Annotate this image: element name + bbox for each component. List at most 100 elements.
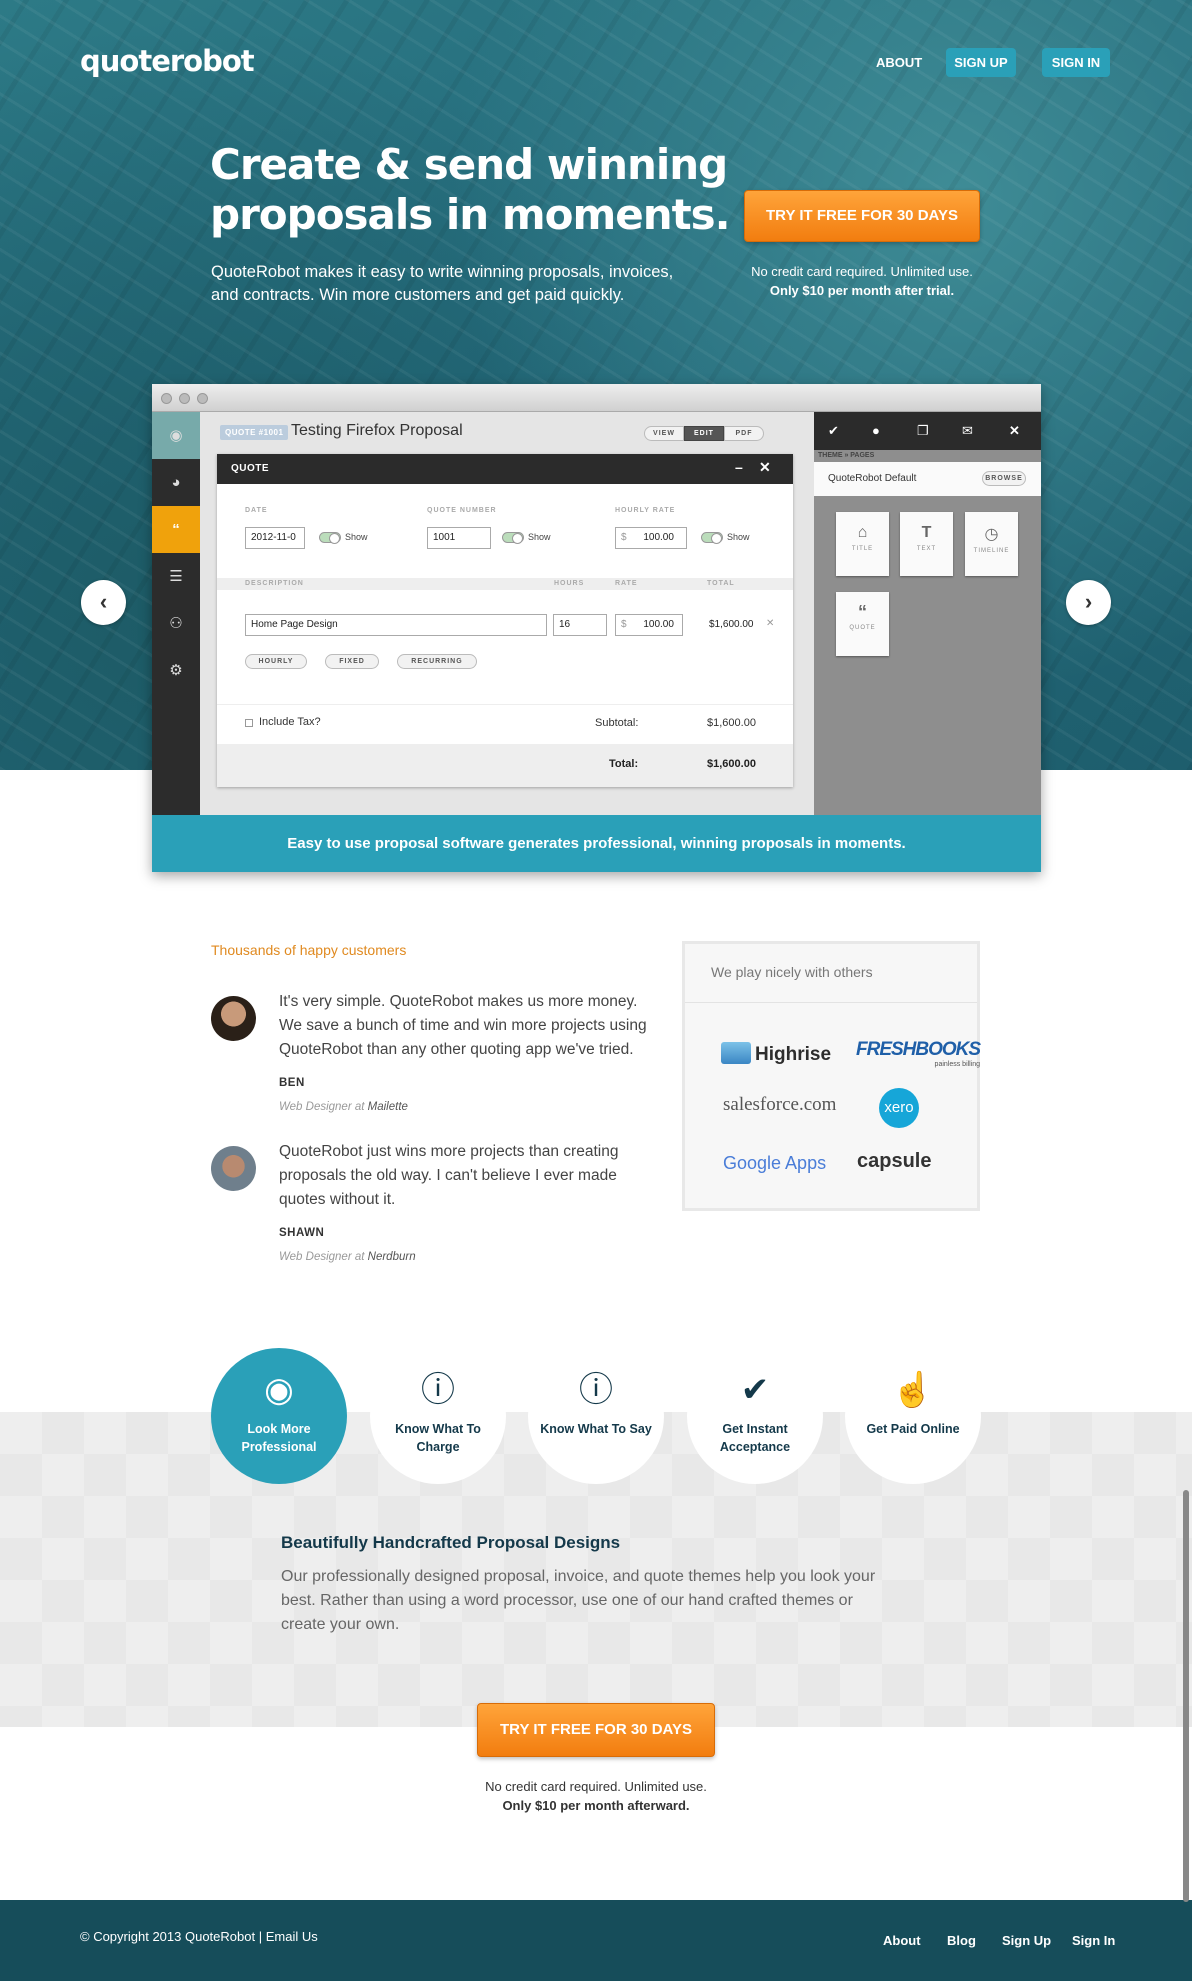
separator: | <box>258 1929 263 1944</box>
info-icon: ⓘ <box>579 1371 613 1409</box>
logo[interactable]: quoterobot <box>80 44 255 78</box>
list-icon[interactable]: ☰ <box>152 553 200 600</box>
quote-number-show-toggle[interactable] <box>502 532 524 544</box>
hourly-rate-show-toggle[interactable] <box>701 532 723 544</box>
tab-get-instant-acceptance[interactable]: ✔ Get Instant Acceptance <box>687 1348 823 1484</box>
view-mode-button[interactable]: VIEW <box>644 426 684 441</box>
theme-selector: QuoteRobot Default BROWSE <box>814 462 1041 496</box>
hourly-rate-field[interactable]: $ 100.00 <box>615 527 687 549</box>
browse-button[interactable]: BROWSE <box>982 471 1026 486</box>
quote-title: Testing Firefox Proposal <box>291 422 463 439</box>
include-tax-checkbox[interactable] <box>245 719 253 727</box>
scrollbar[interactable] <box>1183 1490 1189 1902</box>
tile-title[interactable]: ⌂ TITLE <box>836 512 889 576</box>
info-icon: ⓘ <box>421 1371 455 1409</box>
mail-icon[interactable]: ✉ <box>962 423 973 439</box>
chevron-right-icon[interactable]: › <box>1066 580 1111 625</box>
nav-sign-up-button[interactable]: SIGN UP <box>946 48 1016 77</box>
nav-sign-in-button[interactable]: SIGN IN <box>1042 48 1110 77</box>
hourly-rate-value: 100.00 <box>643 532 674 543</box>
minimize-icon[interactable]: – <box>735 459 743 475</box>
tab-know-what-to-charge[interactable]: ⓘ Know What To Charge <box>370 1348 506 1484</box>
close-panel-icon[interactable]: ✕ <box>1009 423 1020 439</box>
add-hourly-button[interactable]: HOURLY <box>245 654 307 669</box>
freshbooks-logo: FRESHBOOKS painless billing <box>856 1039 981 1068</box>
currency-symbol: $ <box>621 532 627 543</box>
theme-toolbar: ✔ ● ❐ ✉ ✕ <box>814 412 1041 450</box>
total-column: TOTAL <box>707 580 735 587</box>
theme-name: QuoteRobot Default <box>828 473 917 484</box>
add-recurring-button[interactable]: RECURRING <box>397 654 477 669</box>
freshbooks-tagline: painless billing <box>934 1061 981 1068</box>
hourly-rate-show-label: Show <box>727 532 750 542</box>
date-show-toggle[interactable] <box>319 532 341 544</box>
add-fixed-button[interactable]: FIXED <box>325 654 379 669</box>
quote-icon[interactable]: “ <box>152 506 200 553</box>
tab-label: Know What To Say <box>540 1422 652 1436</box>
bottom-cta-note: No credit card required. Unlimited use. … <box>446 1777 746 1815</box>
bottom-note-line1: No credit card required. Unlimited use. <box>485 1779 707 1794</box>
rate-column: RATE <box>615 580 638 587</box>
partners-box: We play nicely with others Highrise FRES… <box>682 941 981 1211</box>
subtotal-label: Subtotal: <box>595 717 639 729</box>
robot-avatar-icon: ◉ <box>152 412 200 459</box>
app-sidebar: ◉ ◕ “ ☰ ⚇ ⚙ <box>152 412 200 815</box>
line-rate-value: 100.00 <box>643 619 674 630</box>
gear-icon[interactable]: ⚙ <box>152 647 200 694</box>
copy-icon[interactable]: ❐ <box>917 423 929 439</box>
tab-label: Look More Professional <box>241 1422 317 1454</box>
footer-sign-in-link[interactable]: Sign In <box>1072 1933 1115 1948</box>
tab-get-paid-online[interactable]: ☝ Get Paid Online <box>845 1348 981 1484</box>
check-icon[interactable]: ✔ <box>828 423 839 439</box>
tile-timeline[interactable]: ◷ TIMELINE <box>965 512 1018 576</box>
include-tax-label: Include Tax? <box>259 716 321 728</box>
quote-panel-header: QUOTE – ✕ <box>217 454 793 484</box>
line-hours-field[interactable]: 16 <box>553 614 607 636</box>
app-main-area: QUOTE #1001 Testing Firefox Proposal VIE… <box>200 412 814 815</box>
chevron-left-icon[interactable]: ‹ <box>81 580 126 625</box>
footer-about-link[interactable]: About <box>883 1933 921 1948</box>
freshbooks-text: FRESHBOOKS <box>856 1039 981 1060</box>
nav-about-link[interactable]: ABOUT <box>876 55 922 70</box>
eye-icon: ◉ <box>264 1371 294 1409</box>
avatar <box>211 1146 256 1191</box>
hero-note-line1: No credit card required. Unlimited use. <box>751 264 973 279</box>
bottom-cta-button[interactable]: TRY IT FREE FOR 30 DAYS <box>477 1703 715 1757</box>
edit-mode-button[interactable]: EDIT <box>684 426 724 441</box>
role-title: Web Designer at <box>279 1101 365 1113</box>
role-company: Nerdburn <box>367 1251 416 1263</box>
tab-know-what-to-say[interactable]: ⓘ Know What To Say <box>528 1348 664 1484</box>
tab-look-more-professional[interactable]: ◉ Look More Professional <box>211 1348 347 1484</box>
email-us-link[interactable]: Email Us <box>266 1929 318 1944</box>
salesforce-logo: salesforce.com <box>723 1094 837 1115</box>
hero-title: Create & send winning proposals in momen… <box>210 140 731 239</box>
tile-text[interactable]: T TEXT <box>900 512 953 576</box>
role-title: Web Designer at <box>279 1251 365 1263</box>
users-icon[interactable]: ⚇ <box>152 600 200 647</box>
line-rate-field[interactable]: $ 100.00 <box>615 614 683 636</box>
tile-timeline-label: TIMELINE <box>973 548 1010 554</box>
check-icon: ✔ <box>740 1371 770 1409</box>
testimonials-title: Thousands of happy customers <box>211 942 407 958</box>
footer-blog-link[interactable]: Blog <box>947 1933 976 1948</box>
date-field[interactable]: 2012-11-0 <box>245 527 305 549</box>
bottom-note-line2: Only $10 per month afterward. <box>502 1798 690 1813</box>
app-preview-window: ◉ ◕ “ ☰ ⚇ ⚙ QUOTE #1001 Testing Firefox … <box>152 384 1041 872</box>
footer-sign-up-link[interactable]: Sign Up <box>1002 1933 1051 1948</box>
window-close-dot <box>161 393 172 404</box>
date-show-label: Show <box>345 532 368 542</box>
hero-subtitle: QuoteRobot makes it easy to write winnin… <box>211 263 674 304</box>
quote-number-show-label: Show <box>528 532 551 542</box>
comment-icon[interactable]: ● <box>872 423 880 438</box>
tile-quote[interactable]: “ QUOTE <box>836 592 889 656</box>
close-icon[interactable]: ✕ <box>759 459 771 476</box>
google-apps-logo: Google Apps <box>723 1153 827 1173</box>
quote-number-field[interactable]: 1001 <box>427 527 491 549</box>
pie-chart-icon[interactable]: ◕ <box>152 459 200 506</box>
hero-cta-button[interactable]: TRY IT FREE FOR 30 DAYS <box>744 190 980 242</box>
hours-column: HOURS <box>554 580 585 587</box>
window-titlebar <box>152 384 1041 412</box>
pdf-mode-button[interactable]: PDF <box>724 426 764 441</box>
line-description-field[interactable]: Home Page Design <box>245 614 547 636</box>
remove-line-icon[interactable]: ✕ <box>766 618 774 629</box>
